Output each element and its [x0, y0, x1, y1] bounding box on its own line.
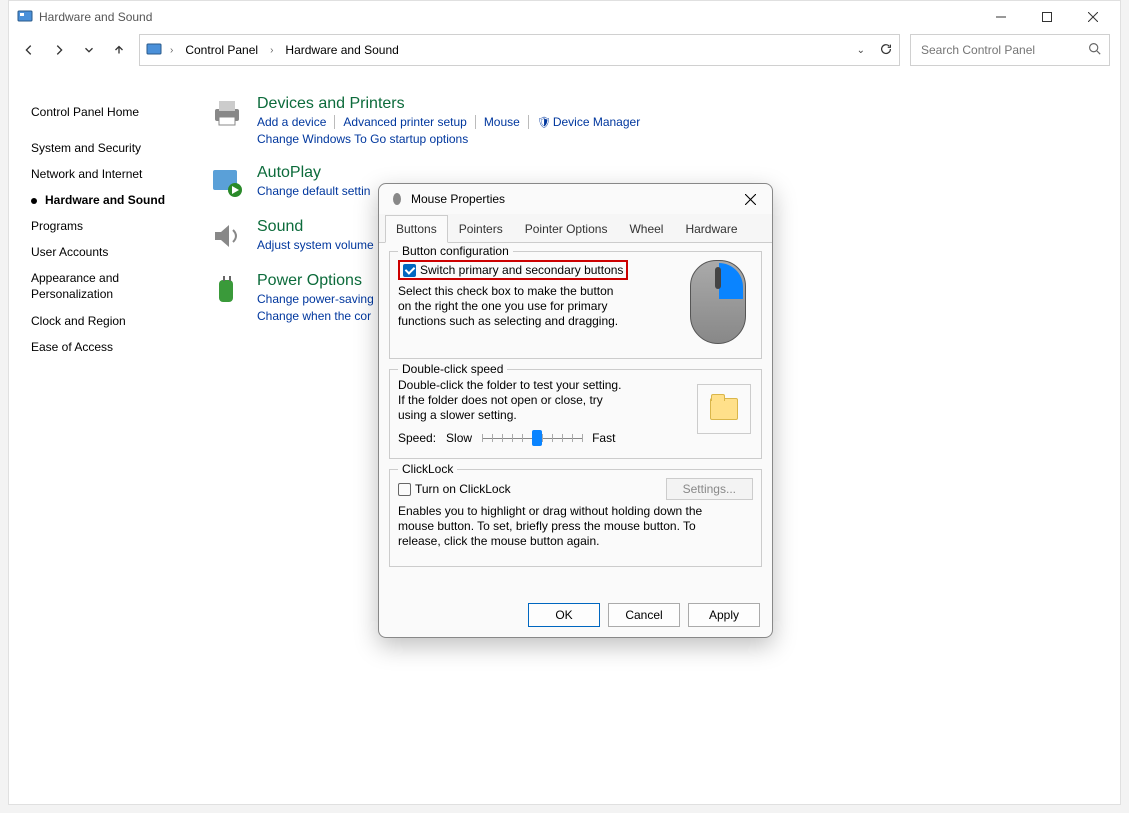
titlebar: Hardware and Sound: [9, 1, 1120, 33]
double-click-description: Double-click the folder to test your set…: [398, 378, 628, 423]
cancel-button[interactable]: Cancel: [608, 603, 680, 627]
window-title: Hardware and Sound: [39, 10, 152, 24]
dialog-close-button[interactable]: [734, 186, 766, 212]
group-clicklock: ClickLock Turn on ClickLock Settings... …: [389, 469, 762, 567]
printer-icon: [209, 95, 245, 131]
control-panel-icon: [17, 8, 33, 27]
sidebar-item-system[interactable]: System and Security: [31, 135, 199, 161]
nav-row: › Control Panel › Hardware and Sound ⌄: [9, 33, 1120, 67]
group-label: ClickLock: [398, 462, 457, 476]
dialog-body: Button configuration Switch primary and …: [379, 243, 772, 581]
group-label: Button configuration: [398, 244, 513, 258]
dialog-title: Mouse Properties: [411, 192, 505, 206]
close-button[interactable]: [1070, 1, 1116, 33]
clicklock-label: Turn on ClickLock: [415, 482, 511, 496]
category-devices: Devices and Printers Add a device Advanc…: [209, 95, 1110, 146]
chevron-right-icon: ›: [268, 45, 275, 56]
search-box[interactable]: [910, 34, 1110, 66]
speed-slider[interactable]: [482, 429, 582, 447]
group-double-click: Double-click speed Double-click the fold…: [389, 369, 762, 459]
refresh-icon[interactable]: [879, 42, 893, 59]
link-autoplay-defaults[interactable]: Change default settin: [257, 184, 378, 198]
mouse-properties-dialog: Mouse Properties Buttons Pointers Pointe…: [378, 183, 773, 638]
category-title[interactable]: AutoPlay: [257, 164, 378, 182]
mouse-illustration: [683, 260, 753, 350]
tab-pointers[interactable]: Pointers: [448, 215, 514, 243]
breadcrumb-section[interactable]: Hardware and Sound: [281, 41, 402, 59]
slider-thumb[interactable]: [532, 430, 542, 446]
group-label: Double-click speed: [398, 362, 507, 376]
window-controls: [978, 1, 1116, 33]
category-title[interactable]: Sound: [257, 218, 382, 236]
link-power-saving[interactable]: Change power-saving: [257, 292, 382, 306]
search-icon: [1088, 42, 1101, 58]
sidebar-item-clock[interactable]: Clock and Region: [31, 308, 199, 334]
tab-buttons[interactable]: Buttons: [385, 215, 448, 243]
sidebar-item-ease[interactable]: Ease of Access: [31, 334, 199, 360]
link-sleep[interactable]: Change when the cor: [257, 309, 379, 323]
breadcrumb-root[interactable]: Control Panel: [181, 41, 262, 59]
fast-label: Fast: [592, 431, 615, 445]
tab-pointer-options[interactable]: Pointer Options: [514, 215, 619, 243]
dialog-footer: OK Cancel Apply: [528, 603, 760, 627]
back-button[interactable]: [19, 40, 39, 60]
sidebar-item-accounts[interactable]: User Accounts: [31, 239, 199, 265]
address-bar[interactable]: › Control Panel › Hardware and Sound ⌄: [139, 34, 900, 66]
search-input[interactable]: [919, 42, 1088, 58]
switch-buttons-checkbox[interactable]: [403, 264, 416, 277]
sidebar-item-home[interactable]: Control Panel Home: [31, 99, 199, 125]
sidebar-item-appearance[interactable]: Appearance and Personalization: [31, 265, 199, 308]
forward-button[interactable]: [49, 40, 69, 60]
maximize-button[interactable]: [1024, 1, 1070, 33]
chevron-down-icon[interactable]: ⌄: [857, 45, 865, 56]
mouse-icon: [389, 190, 405, 209]
minimize-button[interactable]: [978, 1, 1024, 33]
up-button[interactable]: [109, 40, 129, 60]
ok-button[interactable]: OK: [528, 603, 600, 627]
tab-wheel[interactable]: Wheel: [618, 215, 674, 243]
slow-label: Slow: [446, 431, 472, 445]
link-mouse[interactable]: Mouse: [476, 115, 529, 129]
autoplay-icon: [209, 164, 245, 200]
recent-dropdown[interactable]: [79, 40, 99, 60]
address-icon: [146, 41, 162, 60]
link-add-device[interactable]: Add a device: [257, 115, 335, 129]
link-windows-to-go[interactable]: Change Windows To Go startup options: [257, 132, 476, 146]
sidebar: Control Panel Home System and Security N…: [9, 81, 199, 804]
clicklock-settings-button: Settings...: [666, 478, 753, 500]
sidebar-item-hardware[interactable]: Hardware and Sound: [31, 187, 199, 213]
link-adjust-volume[interactable]: Adjust system volume: [257, 238, 382, 252]
apply-button[interactable]: Apply: [688, 603, 760, 627]
speed-label: Speed:: [398, 431, 436, 445]
category-title[interactable]: Devices and Printers: [257, 95, 648, 113]
link-device-manager[interactable]: Device Manager: [529, 115, 648, 129]
sound-icon: [209, 218, 245, 254]
sidebar-item-programs[interactable]: Programs: [31, 213, 199, 239]
test-folder[interactable]: [697, 384, 751, 434]
power-icon: [209, 272, 245, 308]
link-printer-setup[interactable]: Advanced printer setup: [335, 115, 475, 129]
chevron-right-icon: ›: [168, 45, 175, 56]
clicklock-description: Enables you to highlight or drag without…: [398, 504, 728, 549]
dialog-tabs: Buttons Pointers Pointer Options Wheel H…: [379, 214, 772, 243]
highlight-switch-buttons: Switch primary and secondary buttons: [398, 260, 628, 280]
dialog-titlebar: Mouse Properties: [379, 184, 772, 214]
switch-buttons-description: Select this check box to make the button…: [398, 284, 628, 329]
group-button-config: Button configuration Switch primary and …: [389, 251, 762, 359]
tab-hardware[interactable]: Hardware: [674, 215, 748, 243]
category-title[interactable]: Power Options: [257, 272, 382, 290]
clicklock-checkbox[interactable]: [398, 483, 411, 496]
sidebar-item-network[interactable]: Network and Internet: [31, 161, 199, 187]
switch-buttons-label: Switch primary and secondary buttons: [420, 263, 623, 277]
